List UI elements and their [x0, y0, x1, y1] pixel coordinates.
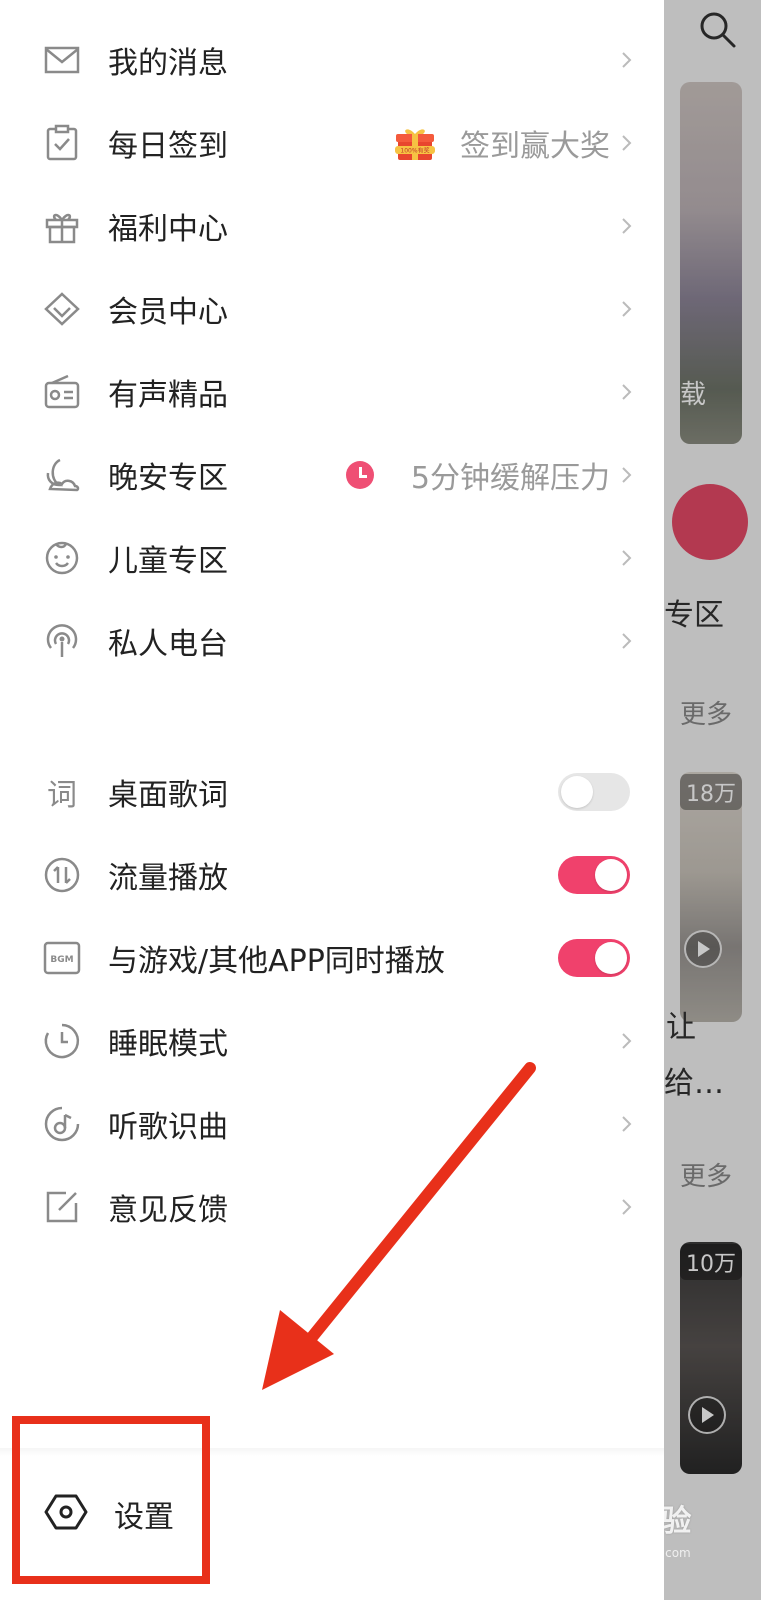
annotation-arrow: [262, 1062, 536, 1390]
